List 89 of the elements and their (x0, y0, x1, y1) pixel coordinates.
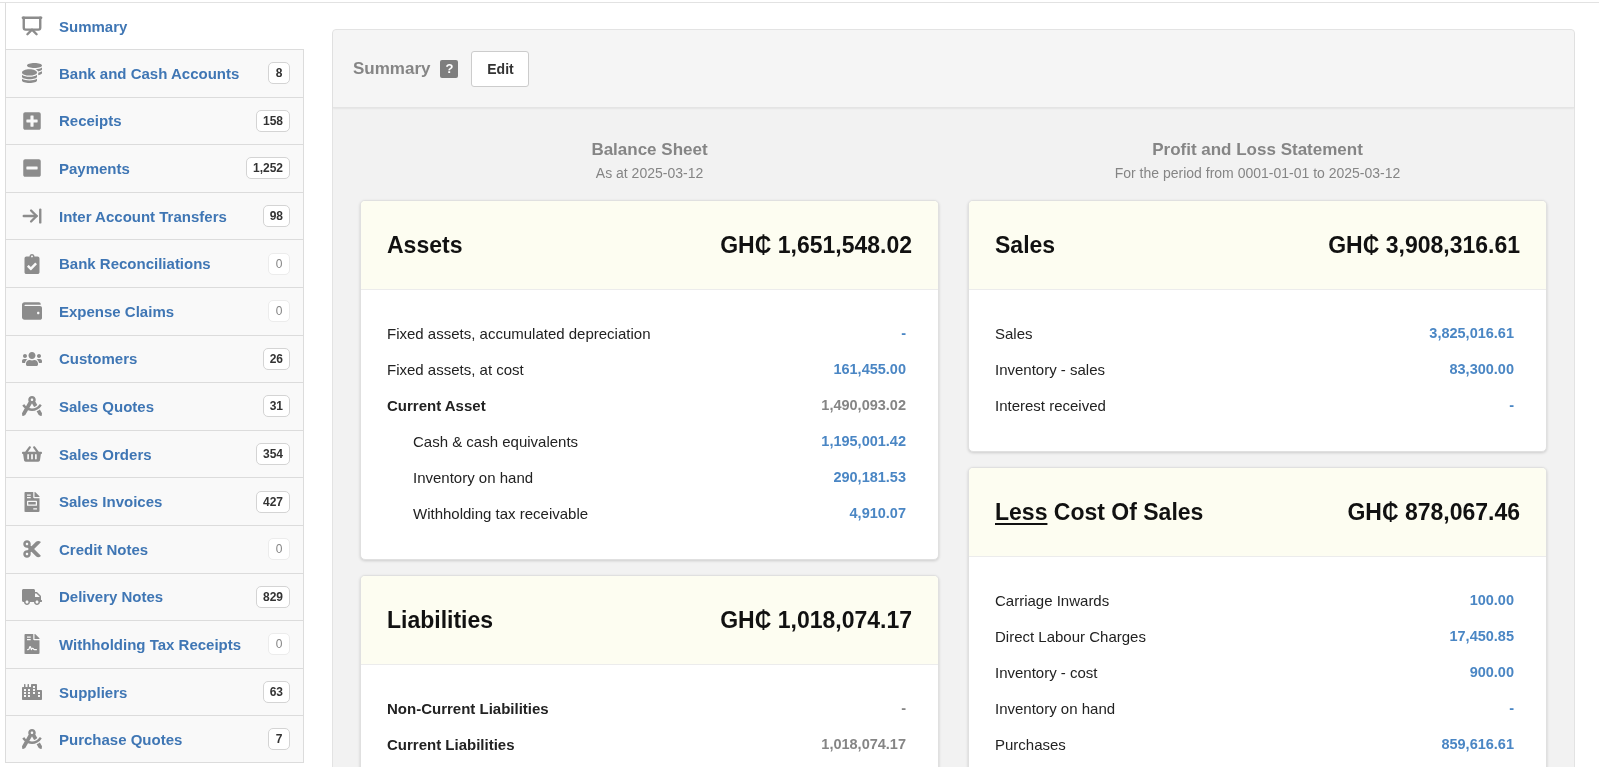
group-total: 1,490,093.02 (821, 397, 906, 413)
sidebar-item[interactable]: Sales Orders 354 (6, 429, 304, 478)
amount-link[interactable]: 4,910.07 (849, 505, 906, 521)
card-title: Liabilities (387, 606, 494, 634)
count-badge: 0 (268, 252, 290, 275)
count-badge: 427 (255, 490, 290, 513)
card-title: Sales (995, 231, 1056, 259)
sidebar-item[interactable]: Bank Reconciliations 0 (6, 239, 304, 287)
sidebar-item[interactable]: Expense Claims 0 (6, 286, 304, 335)
amount-link[interactable]: - (901, 325, 906, 341)
account-label: Carriage Inwards (995, 591, 1110, 609)
edit-button[interactable]: Edit (471, 50, 530, 87)
group-label: Current Asset (387, 396, 486, 414)
account-label: Inventory - cost (995, 663, 1098, 681)
report-subtitle: For the period from 0001-01-01 to 2025-03-12 (1114, 164, 1401, 182)
sidebar-item[interactable]: Credit Notes 0 (6, 524, 304, 573)
wallet-icon (22, 301, 42, 322)
page-title: Summary (353, 58, 431, 79)
account-label: Fixed assets, at cost (387, 360, 524, 378)
card-total: GH₵ 878,067.46 (1347, 498, 1520, 526)
sidebar-item[interactable]: Purchase Quotes 7 (6, 715, 304, 763)
drafting-compass-icon (22, 396, 42, 417)
card-title: Assets (387, 231, 463, 259)
document-icon (22, 634, 42, 655)
help-button[interactable]: ? (440, 59, 459, 78)
amount-link[interactable]: 290,181.53 (833, 469, 906, 485)
group-total: - (901, 700, 906, 716)
clipboard-check-icon (22, 253, 42, 274)
sidebar-item[interactable]: Customers 26 (6, 334, 304, 383)
card-total: GH₵ 3,908,316.61 (1328, 231, 1520, 259)
coins-icon (22, 63, 42, 84)
drafting-compass-icon (22, 729, 42, 750)
amount-link[interactable]: - (1509, 397, 1514, 413)
amount-link[interactable]: - (1509, 700, 1514, 716)
scissors-icon (22, 539, 42, 560)
truck-icon (22, 586, 42, 607)
account-label: Interest received (995, 396, 1106, 414)
amount-link[interactable]: 100.00 (1469, 592, 1514, 608)
report-title: Balance Sheet (591, 140, 708, 160)
account-label: Fixed assets, accumulated depreciation (387, 324, 651, 342)
presentation-icon (21, 15, 43, 37)
sidebar-item[interactable]: Withholding Tax Receipts 0 (6, 620, 304, 668)
account-label: Inventory on hand (413, 468, 534, 486)
sidebar-item[interactable]: Payments 1,252 (6, 144, 304, 192)
basket-icon (22, 444, 42, 465)
sidebar-item[interactable]: Suppliers 63 (6, 667, 304, 716)
group-label: Non-Current Liabilities (387, 699, 549, 717)
document-icon (22, 491, 42, 512)
report-title: Profit and Loss Statement (1152, 140, 1363, 160)
amount-link[interactable]: 3,825,016.61 (1429, 325, 1514, 341)
count-badge: 31 (262, 395, 290, 418)
amount-link[interactable]: 1,195,001.42 (821, 433, 906, 449)
account-label: Inventory on hand (995, 699, 1116, 717)
count-badge: 158 (255, 109, 290, 132)
amount-link[interactable]: 161,455.00 (833, 361, 906, 377)
sidebar-item[interactable]: Bank and Cash Accounts 8 (6, 49, 304, 97)
account-label: Direct Labour Charges (995, 627, 1146, 645)
card-total: GH₵ 1,018,074.17 (720, 606, 912, 634)
buildings-icon (22, 682, 42, 702)
account-label: Cash & cash equivalents (413, 432, 579, 450)
account-label: Withholding tax receivable (413, 504, 589, 522)
card-total: GH₵ 1,651,548.02 (720, 231, 912, 259)
count-badge: 7 (268, 728, 290, 751)
count-badge: 0 (268, 633, 290, 656)
group-label: Current Liabilities (387, 735, 515, 753)
count-badge: 63 (262, 681, 290, 703)
group-total: 1,018,074.17 (821, 736, 906, 752)
account-label: Sales (995, 324, 1033, 342)
amount-link[interactable]: 859,616.61 (1441, 736, 1514, 752)
count-badge: 0 (268, 300, 290, 323)
count-badge: 26 (262, 347, 290, 370)
count-badge: 0 (268, 538, 290, 561)
account-label: Purchases (995, 735, 1066, 753)
amount-link[interactable]: 17,450.85 (1449, 628, 1514, 644)
sidebar-item[interactable]: Delivery Notes 829 (6, 572, 304, 621)
count-badge: 829 (255, 585, 290, 608)
count-badge: 1,252 (245, 157, 290, 180)
sidebar-item[interactable]: Receipts 158 (6, 96, 304, 145)
report-subtitle: As at 2025-03-12 (595, 164, 704, 182)
account-label: Inventory - sales (995, 360, 1106, 378)
sidebar-item[interactable]: Sales Invoices 427 (6, 477, 304, 525)
amount-link[interactable]: 83,300.00 (1449, 361, 1514, 377)
count-badge: 98 (262, 205, 290, 228)
count-badge: 354 (255, 443, 290, 466)
amount-link[interactable]: 900.00 (1469, 664, 1514, 680)
sidebar-item[interactable]: Sales Quotes 31 (6, 382, 304, 430)
count-badge: 8 (268, 62, 290, 85)
card-title: Less Cost Of Sales (995, 498, 1204, 526)
sidebar-item[interactable]: Inter Account Transfers 98 (6, 191, 304, 240)
